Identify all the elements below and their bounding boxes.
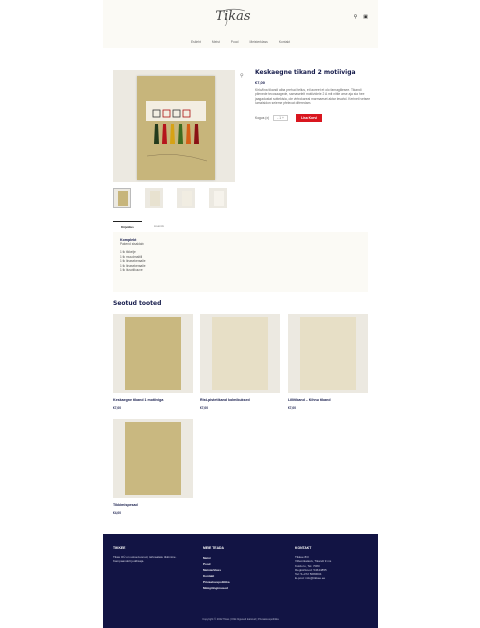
related-product-image[interactable] [288,314,368,393]
related-product-card[interactable]: Keskaegne tikand 1 motiiviga €7,00 [113,314,193,410]
footer-col-about: TIKKEE Tikas OÜ on ustsezoonud, tahnaala… [113,546,193,564]
related-product-name[interactable]: Lillitikand – Kihnu tikand [288,398,368,402]
footer-heading: MEIE TEADA [203,546,224,550]
footer-link[interactable]: Müügitingimused [203,585,283,591]
related-product-name[interactable]: Tikkimispesad [113,503,193,507]
product-title: Keskaegne tikand 2 motiiviga [255,69,356,76]
thumbnail-image [182,191,192,206]
tab-panel: Komplekt Pakend sisaldab: 1 tk tikkelje … [113,232,368,292]
related-title: Seotud tooted [113,300,162,307]
site-footer: TIKKEE Tikas OÜ on ustsezoonud, tahnaala… [103,534,378,628]
quantity-stepper[interactable]: - 1 + [273,115,289,121]
related-product-photo [212,317,268,390]
search-icon[interactable]: ⚲ [354,15,358,20]
related-product-photo [125,317,181,390]
nav-item-pood[interactable]: Pood [231,40,239,44]
product-price: €7,00 [255,80,266,85]
product-kit-card [137,76,215,180]
quantity-label: Kogus (x) [255,116,270,120]
zoom-icon[interactable]: ⚲ [240,73,244,79]
related-product-card[interactable]: Lillitikand – Kihnu tikand €7,00 [288,314,368,410]
footer-heading: KONTAKT [295,546,312,550]
related-product-photo [300,317,356,390]
nav-item-meist[interactable]: Meist [212,40,220,44]
product-main-image[interactable] [113,70,235,182]
thumbnail-image [118,191,128,206]
footer-col-links: MEIE TEADA Meist Pood Meisterklass Konta… [203,546,283,591]
related-product-price: €7,00 [113,406,121,410]
panel-item: 1 tk ilusotikuuve [120,268,143,273]
related-product-card[interactable]: Tikkimispesad €4,00 [113,419,193,515]
product-tabs: Kirjeldus Lisainfo [113,221,172,232]
quantity-row: Kogus (x) - 1 + Lisa Korvi [255,114,323,122]
footer-heading: TIKKEE [113,546,126,550]
related-product-image[interactable] [200,314,280,393]
add-to-cart-button[interactable]: Lisa Korvi [296,114,323,122]
footer-col-contact: KONTAKT Tikkee 8/3 Villemikalasiv, Tikan… [295,546,375,581]
logo-text: Tikas [215,9,251,24]
main-nav: Esileht Meist Pood Meisterklass Kontakt [103,40,378,44]
nav-item-kontakt[interactable]: Kontakt [279,40,290,44]
tab-kirjeldus[interactable]: Kirjeldus [113,221,142,232]
thumbnail[interactable] [145,188,163,208]
related-product-name[interactable]: Rist-pistetikand kolmikuksed [200,398,280,402]
thumbnail-image [214,191,224,206]
related-product-name[interactable]: Keskaegne tikand 1 motiiviga [113,398,193,402]
related-product-price: €7,00 [288,406,296,410]
related-product-price: €4,00 [113,511,121,515]
thumbnail[interactable] [209,188,227,208]
thumbnail[interactable] [113,188,131,208]
tab-lisainfo[interactable]: Lisainfo [146,221,172,232]
related-product-image[interactable] [113,419,193,498]
header-icons: ⚲ ▣ [354,15,368,20]
related-product-photo [125,422,181,495]
footer-text: Tikas OÜ on ustsezoonud, tahnaalatu tikk… [113,555,177,564]
nav-item-meisterklass[interactable]: Meisterklass [249,40,267,44]
footer-copyright: Copyright © 2022 Tikas | Kõik õigused ka… [202,618,279,621]
footer-contact-line[interactable]: E-post: info@tikkee.ee [295,576,375,580]
related-product-image[interactable] [113,314,193,393]
thread-tassels-icon [146,109,208,162]
related-product-price: €7,00 [200,406,208,410]
product-description: Kirlo/lina tikandi alba prehud tellus, e… [255,88,371,105]
related-product-card[interactable]: Rist-pistetikand kolmikuksed €7,00 [200,314,280,410]
site-header: Tikas ⚲ ▣ Esileht Meist Pood Meisterklas… [103,0,378,48]
thumbnail-image [150,191,160,206]
thumbnail[interactable] [177,188,195,208]
nav-item-esileht[interactable]: Esileht [191,40,201,44]
cart-icon[interactable]: ▣ [363,15,368,20]
product-thumbnails [113,188,227,208]
logo[interactable]: Tikas [215,6,251,28]
page: Tikas ⚲ ▣ Esileht Meist Pood Meisterklas… [103,0,378,628]
